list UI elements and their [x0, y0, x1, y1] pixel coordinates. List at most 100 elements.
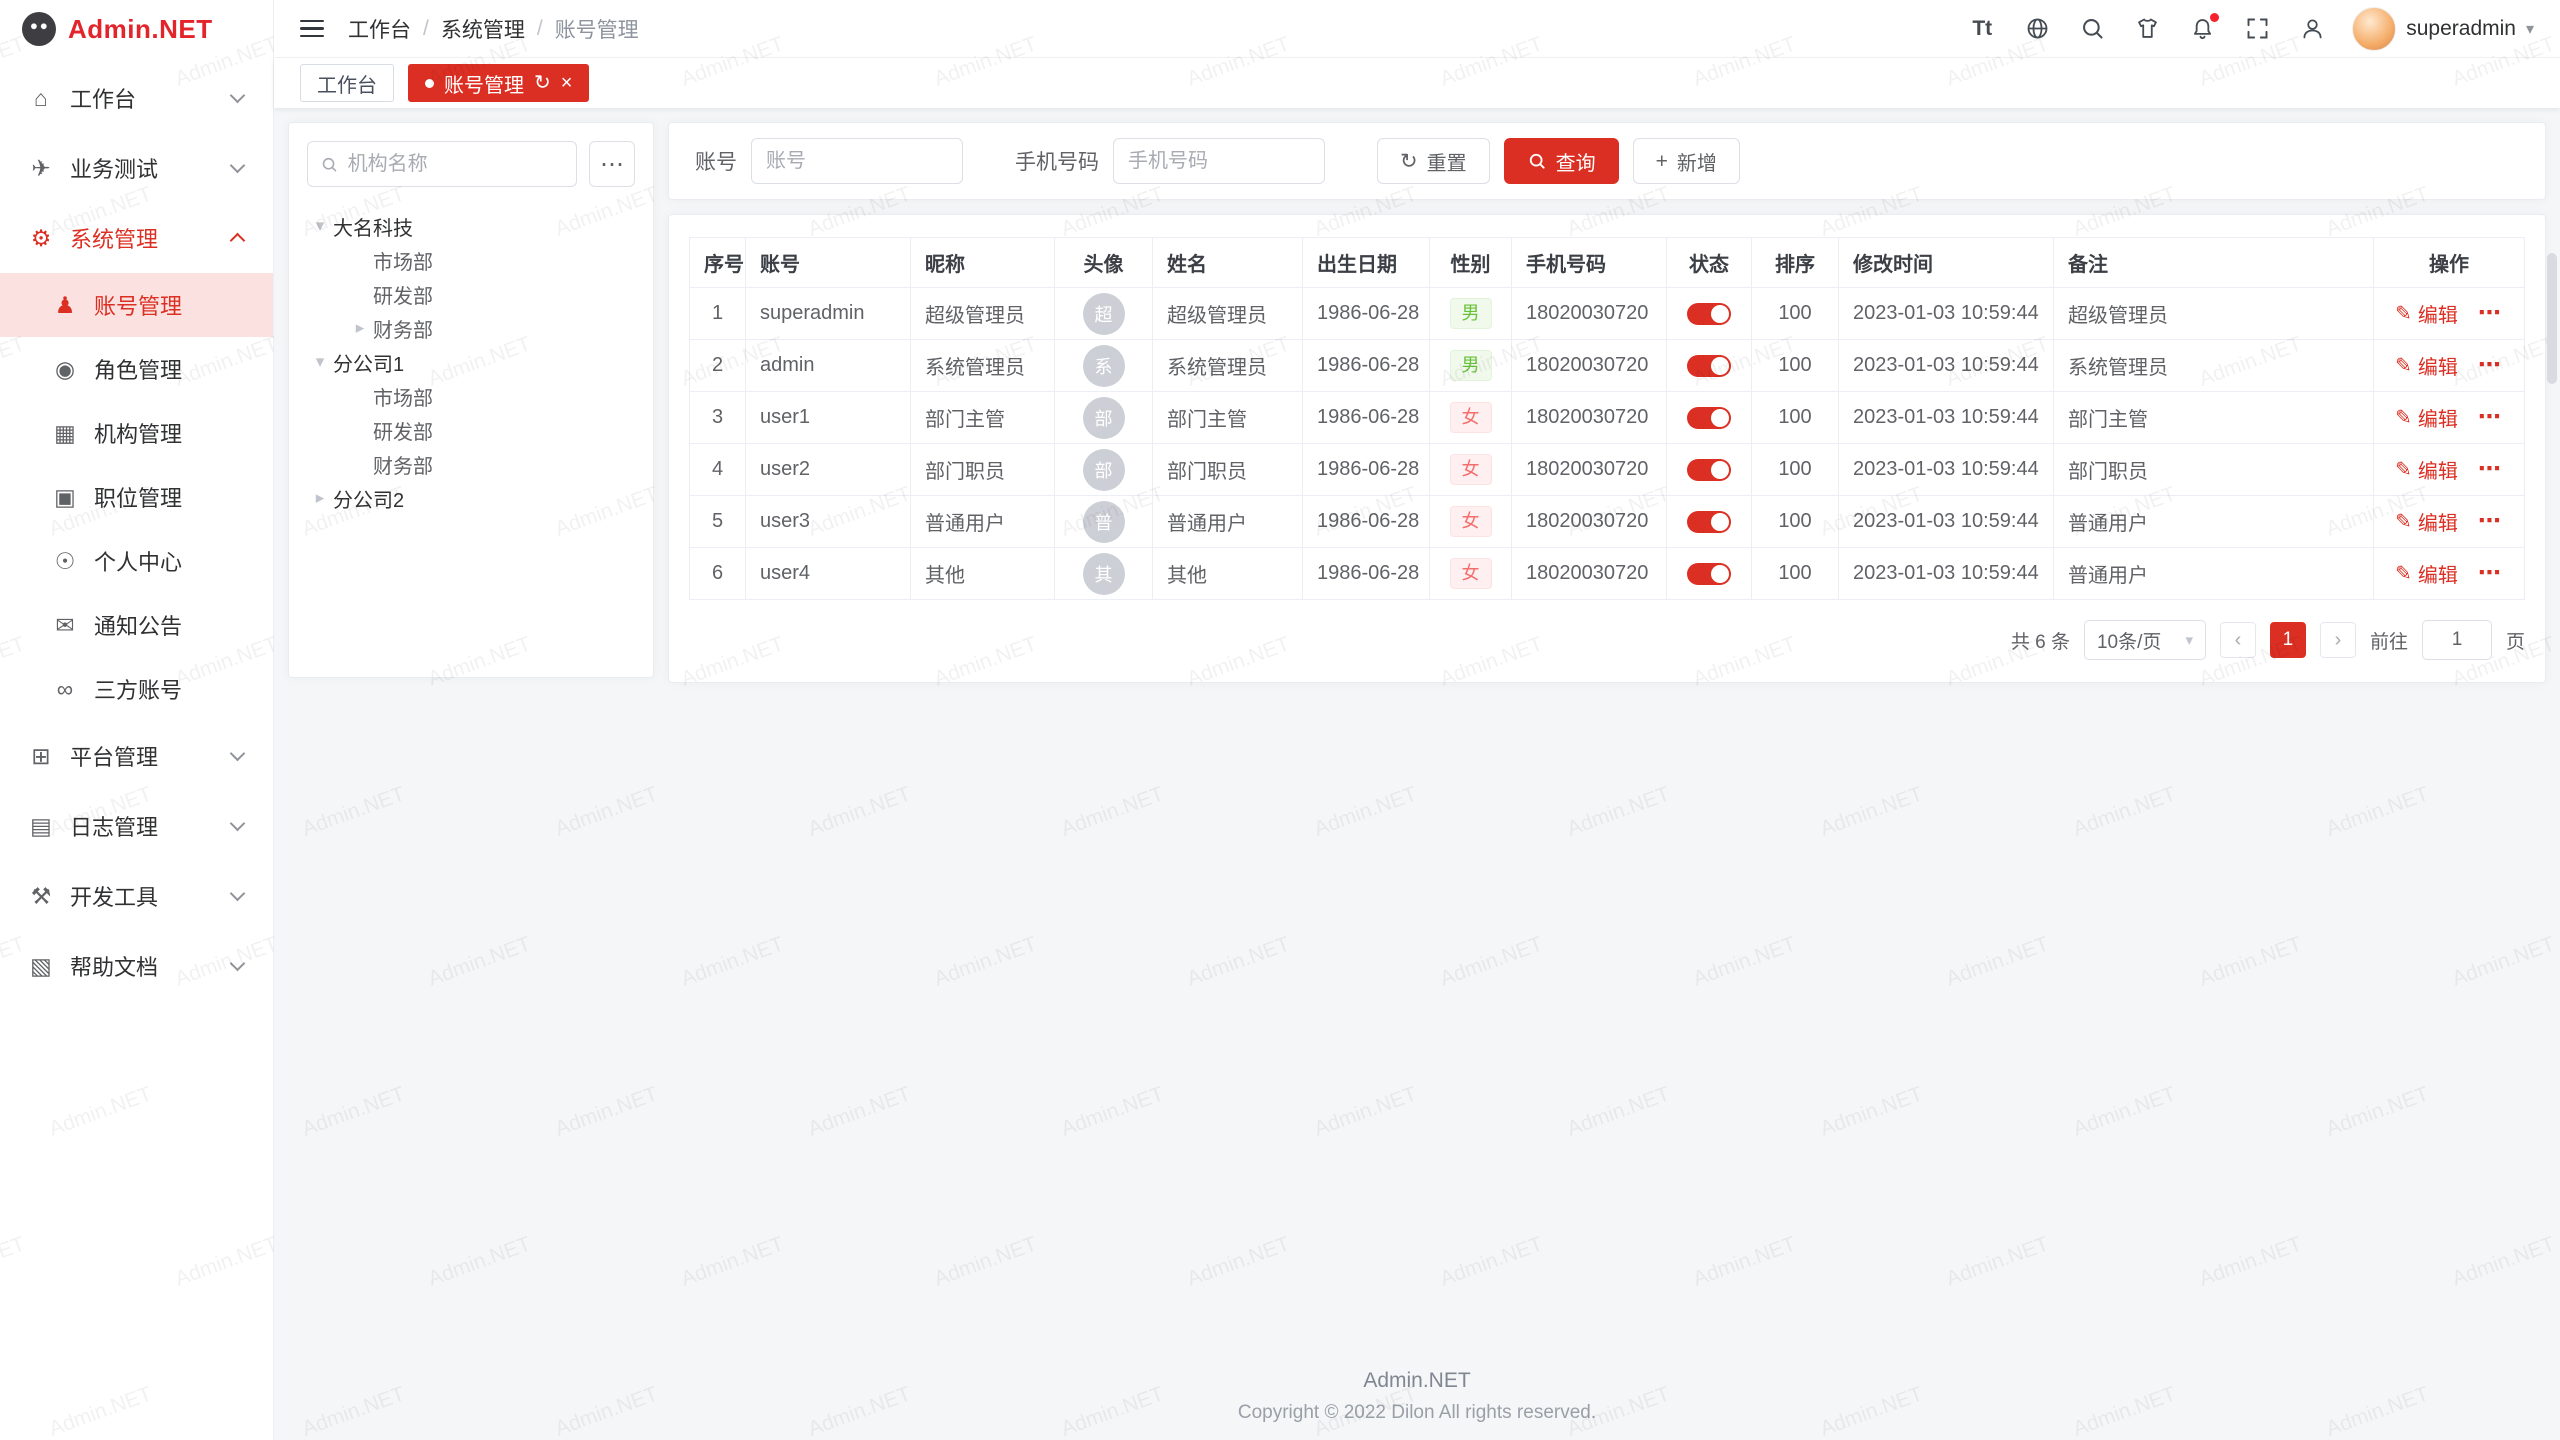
sidebar-item-org-management[interactable]: ▦机构管理 — [0, 401, 273, 465]
theme-icon[interactable] — [2132, 14, 2162, 44]
row-more-button[interactable]: ⋯ — [2478, 455, 2503, 481]
sidebar-item-position-management[interactable]: ▣职位管理 — [0, 465, 273, 529]
tree-node-label: 分公司1 — [333, 348, 404, 377]
tree-node[interactable]: 研发部 — [307, 277, 635, 311]
row-more-button[interactable]: ⋯ — [2478, 507, 2503, 533]
edit-button[interactable]: ✎编辑 — [2395, 299, 2458, 328]
tree-node[interactable]: 财务部 — [307, 447, 635, 481]
tree-node[interactable]: 研发部 — [307, 413, 635, 447]
tab-workbench[interactable]: 工作台 — [300, 64, 394, 102]
edit-label: 编辑 — [2418, 403, 2458, 432]
prev-page-button[interactable]: ‹ — [2220, 622, 2256, 658]
status-toggle[interactable] — [1687, 511, 1731, 533]
tree-node-label: 研发部 — [373, 416, 433, 445]
edit-button[interactable]: ✎编辑 — [2395, 403, 2458, 432]
notification-bell-icon[interactable] — [2187, 14, 2217, 44]
phone-filter-input[interactable] — [1113, 138, 1325, 184]
breadcrumb-item[interactable]: 工作台 — [348, 14, 411, 44]
sidebar-item-log-management[interactable]: ▤日志管理 — [0, 791, 273, 861]
sidebar-item-dev-tools[interactable]: ⚒开发工具 — [0, 861, 273, 931]
add-button[interactable]: + 新增 — [1633, 138, 1740, 184]
row-more-button[interactable]: ⋯ — [2478, 351, 2503, 377]
org-search-box[interactable] — [307, 141, 577, 187]
account-filter-input[interactable] — [751, 138, 963, 184]
avatar: 部 — [1083, 397, 1125, 439]
sidebar-item-notice-announcement[interactable]: ✉通知公告 — [0, 593, 273, 657]
tree-node[interactable]: ▸分公司2 — [307, 481, 635, 515]
tree-node[interactable]: ▾分公司1 — [307, 345, 635, 379]
search-button[interactable]: 查询 — [1504, 138, 1619, 184]
status-toggle[interactable] — [1687, 355, 1731, 377]
user-icon[interactable] — [2297, 14, 2327, 44]
page-size-select[interactable]: 10条/页 ▾ — [2084, 620, 2206, 660]
sidebar-item-help-docs[interactable]: ▧帮助文档 — [0, 931, 273, 1001]
row-more-button[interactable]: ⋯ — [2478, 299, 2503, 325]
tree-node[interactable]: ▾大名科技 — [307, 209, 635, 243]
column-header: 头像 — [1055, 238, 1153, 288]
sidebar-item-third-party-account[interactable]: ∞三方账号 — [0, 657, 273, 721]
status-toggle[interactable] — [1687, 459, 1731, 481]
column-header: 姓名 — [1153, 238, 1303, 288]
status-toggle[interactable] — [1687, 303, 1731, 325]
edit-button[interactable]: ✎编辑 — [2395, 559, 2458, 588]
sidebar-item-system-management[interactable]: ⚙系统管理 — [0, 203, 273, 273]
globe-icon[interactable] — [2022, 14, 2052, 44]
caret-right-icon[interactable]: ▸ — [307, 488, 333, 508]
sidebar-item-account-management[interactable]: ♟账号管理 — [0, 273, 273, 337]
cell-remark: 普通用户 — [2054, 496, 2374, 548]
edit-label: 编辑 — [2418, 559, 2458, 588]
scrollbar-thumb[interactable] — [2547, 253, 2557, 384]
org-search-input[interactable] — [348, 153, 564, 176]
brand: Admin.NET — [0, 0, 273, 58]
tree-node[interactable]: ▸财务部 — [307, 311, 635, 345]
fullscreen-icon[interactable] — [2242, 14, 2272, 44]
edit-label: 编辑 — [2418, 507, 2458, 536]
sidebar-item-label: 角色管理 — [94, 353, 243, 385]
cell-account: user3 — [746, 496, 911, 548]
caret-down-icon[interactable]: ▾ — [307, 216, 333, 236]
sidebar-item-workbench[interactable]: ⌂工作台 — [0, 63, 273, 133]
page-number-button[interactable]: 1 — [2270, 622, 2306, 658]
breadcrumb-item[interactable]: 账号管理 — [555, 14, 639, 44]
status-toggle[interactable] — [1687, 563, 1731, 585]
notification-badge — [2210, 13, 2219, 22]
tree-node[interactable]: 市场部 — [307, 379, 635, 413]
sidebar-item-business-test[interactable]: ✈业务测试 — [0, 133, 273, 203]
cell-account: superadmin — [746, 288, 911, 340]
caret-down-icon[interactable]: ▾ — [307, 352, 333, 372]
next-page-button[interactable]: › — [2320, 622, 2356, 658]
status-toggle[interactable] — [1687, 407, 1731, 429]
sidebar-item-profile-center[interactable]: ☉个人中心 — [0, 529, 273, 593]
reset-button[interactable]: ↻ 重置 — [1377, 138, 1490, 184]
edit-button[interactable]: ✎编辑 — [2395, 455, 2458, 484]
row-more-button[interactable]: ⋯ — [2478, 559, 2503, 585]
sidebar-item-role-management[interactable]: ◉角色管理 — [0, 337, 273, 401]
search-icon[interactable] — [2077, 14, 2107, 44]
font-size-icon[interactable]: Tt — [1967, 14, 1997, 44]
org-more-button[interactable]: ⋯ — [589, 141, 635, 187]
tab-refresh-icon[interactable]: ↻ — [534, 73, 551, 93]
tab-close-icon[interactable]: × — [561, 73, 573, 93]
cell-actions: ✎编辑 ⋯ — [2374, 496, 2525, 548]
plus-icon: + — [1656, 151, 1668, 172]
tabs-bar: 工作台账号管理↻× — [274, 58, 2560, 108]
caret-right-icon[interactable]: ▸ — [347, 318, 373, 338]
cell-birth-date: 1986-06-28 — [1303, 392, 1430, 444]
tree-node[interactable]: 市场部 — [307, 243, 635, 277]
table-row: 1superadmin超级管理员超超级管理员1986-06-28男1802003… — [690, 288, 2525, 340]
cell-avatar: 超 — [1055, 288, 1153, 340]
breadcrumb-item[interactable]: 系统管理 — [441, 14, 525, 44]
tab-account-management[interactable]: 账号管理↻× — [408, 64, 589, 102]
row-more-button[interactable]: ⋯ — [2478, 403, 2503, 429]
edit-button[interactable]: ✎编辑 — [2395, 351, 2458, 380]
sidebar-item-platform-management[interactable]: ⊞平台管理 — [0, 721, 273, 791]
goto-page-input[interactable] — [2422, 620, 2492, 660]
menu-toggle-icon[interactable] — [300, 16, 324, 42]
cell-name: 超级管理员 — [1153, 288, 1303, 340]
org-tree: ▾大名科技市场部研发部▸财务部▾分公司1市场部研发部财务部▸分公司2 — [307, 209, 635, 515]
cell-avatar: 其 — [1055, 548, 1153, 600]
edit-button[interactable]: ✎编辑 — [2395, 507, 2458, 536]
cell-order: 100 — [1752, 288, 1839, 340]
user-menu[interactable]: superadmin ▾ — [2352, 7, 2534, 51]
book-icon: ▧ — [26, 953, 56, 980]
